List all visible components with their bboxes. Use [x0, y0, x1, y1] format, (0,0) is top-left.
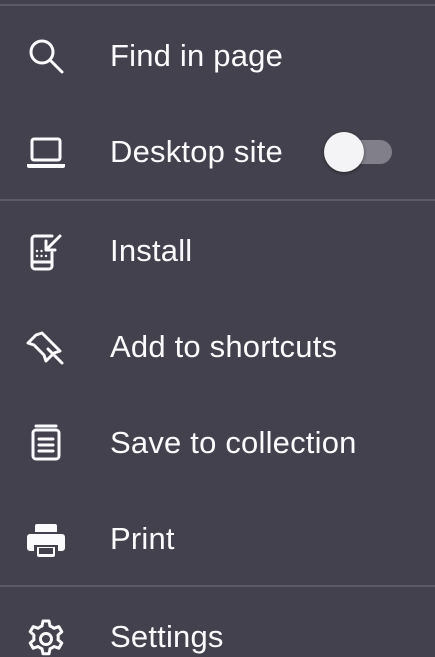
install-app-icon [24, 229, 68, 273]
printer-icon [24, 517, 68, 561]
menu-item-label: Install [110, 233, 193, 268]
menu-divider [0, 4, 435, 6]
menu-item-print[interactable]: Print [0, 491, 435, 587]
toggle-thumb [324, 132, 364, 172]
menu-item-label: Print [110, 521, 175, 556]
menu-item-desktop-site[interactable]: Desktop site [0, 104, 435, 200]
gear-icon [24, 615, 68, 657]
menu-item-save-to-collection[interactable]: Save to collection [0, 395, 435, 491]
collection-icon [24, 421, 68, 465]
menu-item-settings[interactable]: Settings [0, 589, 435, 657]
desktop-site-toggle[interactable] [324, 132, 392, 172]
pin-icon [24, 325, 68, 369]
menu-item-label: Save to collection [110, 425, 357, 460]
menu-item-find-in-page[interactable]: Find in page [0, 8, 435, 104]
menu-divider [0, 199, 435, 201]
menu-item-label: Add to shortcuts [110, 329, 338, 364]
overflow-menu: Find in page Desktop site Install Add to… [0, 0, 435, 657]
menu-item-install[interactable]: Install [0, 203, 435, 299]
menu-item-label: Settings [110, 619, 224, 654]
menu-item-label: Find in page [110, 38, 284, 73]
laptop-icon [24, 130, 68, 174]
menu-divider [0, 585, 435, 587]
menu-item-add-to-shortcuts[interactable]: Add to shortcuts [0, 299, 435, 395]
search-icon [24, 34, 68, 78]
menu-item-label: Desktop site [110, 134, 283, 169]
